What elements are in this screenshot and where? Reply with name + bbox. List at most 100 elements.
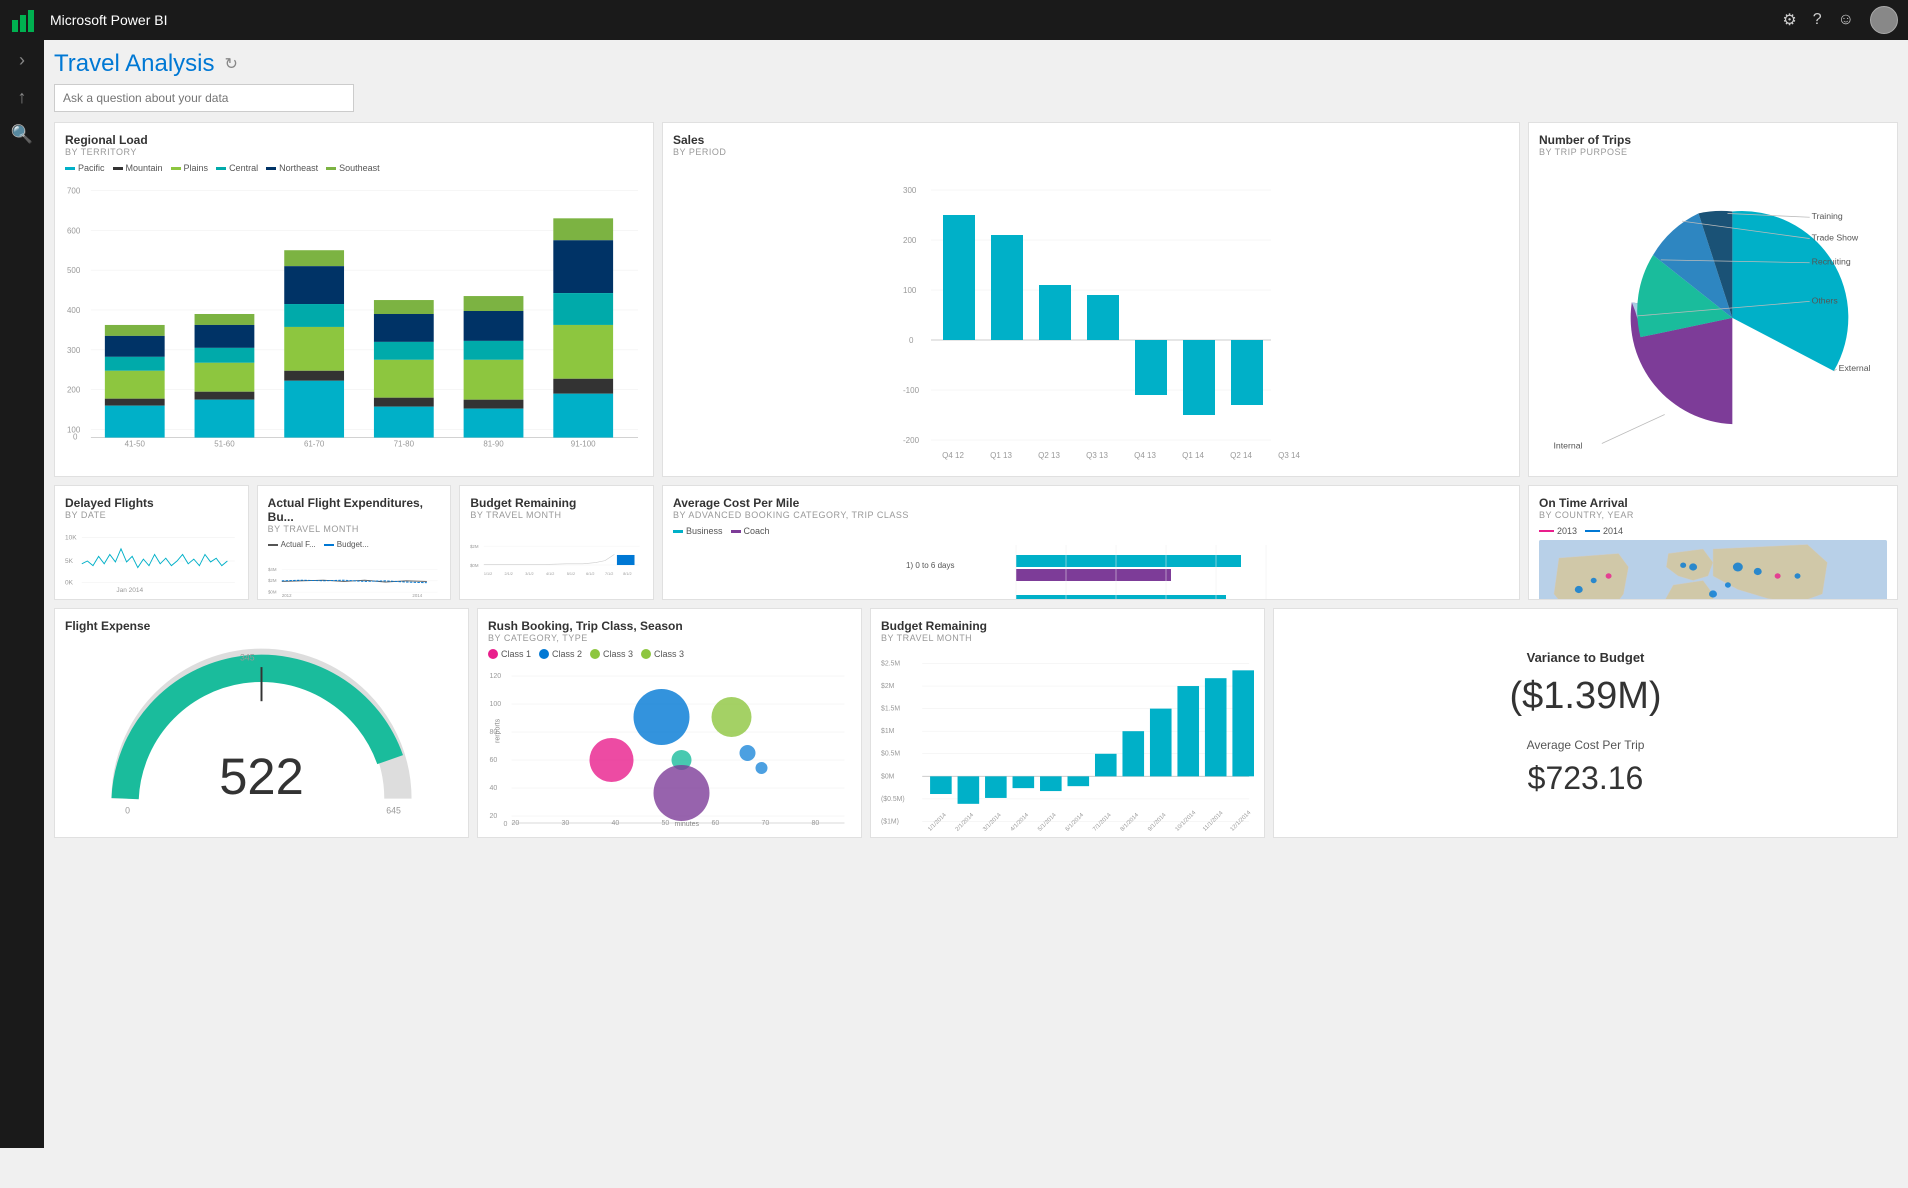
pw-avg-cost-value: $723.16 bbox=[1528, 760, 1644, 797]
svg-text:81-90: 81-90 bbox=[483, 440, 504, 447]
svg-text:$0M: $0M bbox=[268, 589, 277, 594]
svg-text:30: 30 bbox=[562, 820, 570, 827]
pw-budget-bottom-chart: $2.5M $2M $1.5M $1M $0.5M $0M ($0.5M) ($… bbox=[881, 649, 1254, 834]
svg-text:$2M: $2M bbox=[268, 578, 277, 583]
svg-text:70: 70 bbox=[762, 820, 770, 827]
svg-text:522: 522 bbox=[219, 748, 304, 805]
pw-delayed-title: Delayed Flights bbox=[65, 496, 238, 510]
svg-text:41-50: 41-50 bbox=[125, 440, 146, 447]
pw-rush-legend: Class 1 Class 2 Class 3 Class 3 bbox=[488, 649, 851, 659]
pw-budget-top-title: Budget Remaining bbox=[470, 496, 643, 510]
pw-actual-flight-card: Actual Flight Expenditures, Bu... BY TRA… bbox=[257, 485, 452, 600]
svg-text:$4M: $4M bbox=[268, 567, 277, 572]
svg-text:4/1/2014: 4/1/2014 bbox=[1010, 812, 1031, 833]
pw-actual-sub: BY TRAVEL MONTH bbox=[268, 524, 441, 534]
svg-text:6/1/2014: 6/1/2014 bbox=[1065, 812, 1086, 833]
svg-text:Others: Others bbox=[1812, 295, 1839, 305]
pw-regional-sub: BY TERRITORY bbox=[65, 147, 643, 157]
svg-text:12/1/2014: 12/1/2014 bbox=[1230, 809, 1253, 832]
svg-text:0: 0 bbox=[125, 805, 130, 815]
pw-budget-top-sub: BY TRAVEL MONTH bbox=[470, 510, 643, 520]
sidebar: › ↑ 🔍 bbox=[0, 40, 44, 1148]
topbar: Microsoft Power BI ⚙ ? ☺ bbox=[0, 0, 1908, 40]
svg-text:Training: Training bbox=[1812, 211, 1843, 221]
svg-text:Jan 2014: Jan 2014 bbox=[116, 587, 143, 594]
svg-text:300: 300 bbox=[903, 186, 917, 195]
sidebar-search[interactable]: 🔍 bbox=[11, 124, 33, 145]
svg-text:61-70: 61-70 bbox=[304, 440, 325, 447]
avatar[interactable] bbox=[1870, 6, 1898, 34]
pw-refresh-icon[interactable]: ↻ bbox=[225, 54, 238, 74]
pw-page-title: Travel Analysis bbox=[54, 50, 215, 78]
svg-text:9/1/2014: 9/1/2014 bbox=[1147, 812, 1168, 833]
svg-text:91-100: 91-100 bbox=[571, 440, 596, 447]
svg-text:Recruiting: Recruiting bbox=[1812, 257, 1851, 267]
svg-text:0: 0 bbox=[909, 336, 914, 345]
settings-icon[interactable]: ⚙ bbox=[1782, 10, 1796, 30]
svg-text:Q2 13: Q2 13 bbox=[1038, 451, 1060, 460]
svg-text:400: 400 bbox=[67, 306, 81, 315]
pw-container: Travel Analysis ↻ Regional Load BY TERRI… bbox=[44, 40, 1908, 1188]
svg-text:($1M): ($1M) bbox=[881, 818, 899, 825]
pw-rush-booking-card: Rush Booking, Trip Class, Season BY CATE… bbox=[477, 608, 862, 838]
svg-text:Q3 14: Q3 14 bbox=[1278, 451, 1300, 460]
svg-text:10K: 10K bbox=[65, 535, 77, 542]
svg-text:8/1/2: 8/1/2 bbox=[624, 572, 632, 576]
svg-text:100: 100 bbox=[903, 286, 917, 295]
help-icon[interactable]: ? bbox=[1813, 11, 1822, 29]
svg-text:5/1/2: 5/1/2 bbox=[567, 572, 575, 576]
pw-world-map: bing © 2014 Microsoft Corporation © 2014… bbox=[1539, 540, 1887, 600]
pw-trips-sub: BY TRIP PURPOSE bbox=[1539, 147, 1887, 157]
svg-text:1) 0 to 6 days: 1) 0 to 6 days bbox=[906, 561, 954, 570]
svg-text:7/1/2014: 7/1/2014 bbox=[1092, 812, 1113, 833]
pw-header: Travel Analysis ↻ bbox=[54, 50, 1898, 78]
powerbi-logo bbox=[10, 6, 38, 34]
svg-text:200: 200 bbox=[67, 386, 81, 395]
svg-text:8/1/2014: 8/1/2014 bbox=[1120, 812, 1141, 833]
svg-text:50: 50 bbox=[662, 820, 670, 827]
svg-text:0: 0 bbox=[73, 433, 78, 442]
svg-text:5K: 5K bbox=[65, 558, 74, 565]
pw-budget-top-card: Budget Remaining BY TRAVEL MONTH $2M $0M… bbox=[459, 485, 654, 600]
svg-text:$2.5M: $2.5M bbox=[881, 660, 900, 667]
svg-text:60: 60 bbox=[712, 820, 720, 827]
svg-text:645: 645 bbox=[386, 805, 401, 815]
svg-text:Q1 13: Q1 13 bbox=[990, 451, 1012, 460]
pw-gauge-chart: 345 522 0 645 bbox=[65, 633, 458, 823]
pw-actual-legend: Actual F... Budget... bbox=[268, 540, 441, 549]
svg-text:Q2 14: Q2 14 bbox=[1230, 451, 1252, 460]
sidebar-expand[interactable]: › bbox=[19, 50, 25, 71]
svg-text:$0M: $0M bbox=[470, 563, 479, 568]
pw-delayed-flights-card: Delayed Flights BY DATE 10K 5K 0K Jan 20… bbox=[54, 485, 249, 600]
svg-text:2014: 2014 bbox=[412, 593, 422, 598]
pw-trips-title: Number of Trips bbox=[1539, 133, 1887, 147]
svg-text:600: 600 bbox=[67, 226, 81, 235]
pw-map-area: bing © 2014 Microsoft Corporation © 2014… bbox=[1539, 540, 1887, 600]
pw-ontime-card: On Time Arrival BY COUNTRY, YEAR 2013 20… bbox=[1528, 485, 1898, 600]
svg-text:1/1/2: 1/1/2 bbox=[484, 572, 492, 576]
pw-trips-card: Number of Trips BY TRIP PURPOSE bbox=[1528, 122, 1898, 477]
svg-text:$0M: $0M bbox=[881, 773, 895, 780]
svg-text:60: 60 bbox=[490, 757, 498, 764]
svg-text:External: External bbox=[1839, 363, 1871, 373]
svg-text:$1M: $1M bbox=[881, 728, 895, 735]
pw-budget-bottom-card: Budget Remaining BY TRAVEL MONTH $2.5M $… bbox=[870, 608, 1265, 838]
svg-text:40: 40 bbox=[612, 820, 620, 827]
svg-text:5/1/2014: 5/1/2014 bbox=[1037, 812, 1058, 833]
pw-regional-legend: Pacific Mountain Plains Central Northeas… bbox=[65, 163, 643, 173]
svg-text:2012: 2012 bbox=[281, 593, 291, 598]
pw-ontime-legend: 2013 2014 bbox=[1539, 526, 1887, 536]
svg-text:20: 20 bbox=[490, 813, 498, 820]
user-icon[interactable]: ☺ bbox=[1838, 11, 1854, 29]
pw-scatter-chart: 120 100 80 60 40 20 0 rerports bbox=[488, 663, 851, 828]
pw-variance-value: ($1.39M) bbox=[1509, 675, 1661, 718]
sidebar-bookmark[interactable]: ↑ bbox=[18, 87, 27, 108]
svg-text:700: 700 bbox=[67, 186, 81, 195]
svg-text:3/1/2014: 3/1/2014 bbox=[982, 812, 1003, 833]
pw-rush-title: Rush Booking, Trip Class, Season bbox=[488, 619, 851, 633]
pw-main-grid: Regional Load BY TERRITORY Pacific Mount… bbox=[54, 122, 1898, 600]
svg-text:120: 120 bbox=[490, 673, 502, 680]
pw-regional-load-card: Regional Load BY TERRITORY Pacific Mount… bbox=[54, 122, 654, 477]
pw-search-input[interactable] bbox=[54, 84, 354, 112]
app-name: Microsoft Power BI bbox=[50, 12, 1770, 28]
